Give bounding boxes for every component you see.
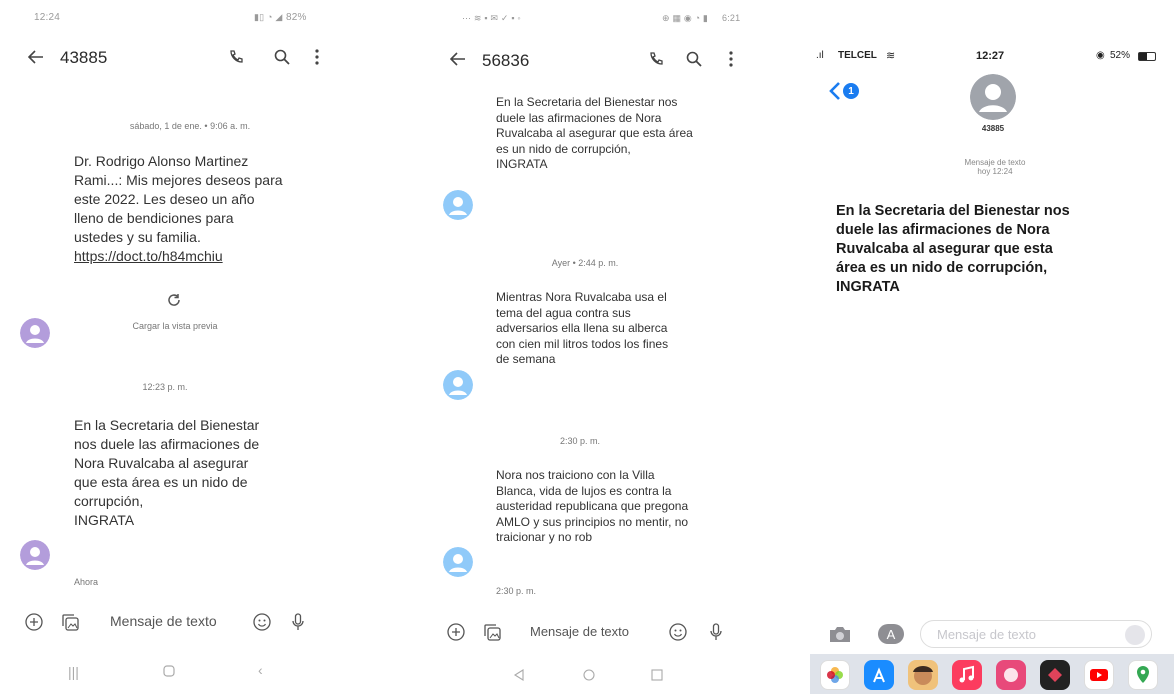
contact-name[interactable]: 43885: [968, 124, 1018, 133]
battery-icon: [1138, 52, 1156, 61]
conversation-time: hoy 12:24: [977, 167, 1013, 176]
signal-icon: .ıl: [816, 50, 824, 61]
maps-icon[interactable]: [1128, 660, 1158, 690]
message-text: En la Secretaria del Bienestar nos duele…: [74, 417, 260, 528]
message-timestamp: Ayer • 2:44 p. m.: [551, 258, 619, 268]
message-text: Nora nos traiciono con la Villa Blanca, …: [496, 468, 689, 544]
memoji-icon[interactable]: [908, 660, 938, 690]
nav-recents-icon[interactable]: |||: [68, 664, 79, 680]
message-timestamp: sábado, 1 de ene. • 9:06 a. m.: [129, 121, 251, 131]
carrier-name: TELCEL: [838, 50, 877, 61]
photos-icon[interactable]: [820, 660, 850, 690]
message-timestamp: 2:30 p. m.: [559, 436, 601, 446]
add-icon[interactable]: [24, 612, 44, 632]
message-status: 2:30 p. m.: [496, 586, 537, 596]
message-text: En la Secretaria del Bienestar nos duele…: [496, 95, 693, 171]
contact-avatar: [443, 370, 473, 400]
compose-placeholder: Mensaje de texto: [937, 627, 1037, 642]
youtube-icon[interactable]: [1084, 660, 1114, 690]
unread-badge: 1: [843, 83, 859, 99]
conversation-title: 56836: [482, 51, 530, 70]
pink-app-icon[interactable]: [996, 660, 1026, 690]
gallery-icon[interactable]: [60, 612, 80, 632]
message-timestamp: 12:23 p. m.: [142, 382, 188, 392]
audio-record-icon[interactable]: [1125, 625, 1145, 645]
camera-icon[interactable]: [826, 622, 854, 646]
emoji-icon[interactable]: [668, 622, 688, 642]
microphone-icon[interactable]: [708, 622, 724, 642]
more-options-icon[interactable]: [310, 47, 324, 67]
status-icons-right: ⊕ ▦ ◉ ◔ ▮: [662, 13, 709, 23]
search-icon[interactable]: [272, 47, 292, 67]
gallery-icon[interactable]: [482, 622, 502, 642]
nav-home-icon[interactable]: [582, 668, 596, 682]
status-battery: 82%: [286, 12, 307, 23]
search-icon[interactable]: [684, 49, 704, 69]
dark-app-icon[interactable]: [1040, 660, 1070, 690]
conversation-title: 43885: [60, 48, 108, 67]
contact-avatar: [20, 318, 50, 348]
contact-avatar: [20, 540, 50, 570]
phone-icon[interactable]: [226, 47, 246, 67]
back-arrow-icon[interactable]: [26, 47, 46, 67]
location-icon: ◉: [1096, 50, 1105, 61]
message-status: Ahora: [74, 577, 99, 587]
phone-icon[interactable]: [646, 49, 666, 69]
battery-percent: 52%: [1110, 50, 1131, 61]
contact-avatar: [443, 547, 473, 577]
compose-field[interactable]: Mensaje de texto: [920, 620, 1152, 648]
status-time: 6:21: [722, 13, 741, 23]
compose-input[interactable]: Mensaje de texto: [110, 613, 217, 629]
refresh-icon[interactable]: [165, 291, 183, 309]
nav-back-icon[interactable]: ‹: [258, 662, 263, 678]
screen-1-android-messages: 12:24 ▮▯ ◔ ◢ 82% 43885 sábado, 1 de ene.…: [0, 0, 390, 694]
back-arrow-icon[interactable]: [448, 49, 468, 69]
message-text: Dr. Rodrigo Alonso Martinez Rami...: Mis…: [74, 152, 284, 266]
add-icon[interactable]: [446, 622, 466, 642]
compose-input[interactable]: Mensaje de texto: [530, 624, 629, 639]
nav-back-icon[interactable]: [512, 668, 526, 682]
message-text: En la Secretaria del Bienestar nos duele…: [836, 203, 1070, 295]
wifi-icon: ≋: [886, 50, 896, 62]
more-options-icon[interactable]: [724, 49, 738, 69]
contact-avatar: [443, 190, 473, 220]
screen-3-ios-messages: .ıl TELCEL ≋ 12:27 ◉ 52% 1 43885 Mensaje…: [800, 0, 1174, 694]
message-body: Dr. Rodrigo Alonso Martinez Rami...: Mis…: [74, 153, 283, 245]
contact-avatar[interactable]: [970, 74, 1016, 120]
message-link[interactable]: https://doct.to/h84mchiu: [74, 247, 284, 266]
message-text: Mientras Nora Ruvalcaba usa el tema del …: [496, 290, 669, 366]
status-icons-left: ⋯ ≋ ▪ ✉ ✓ ▪ ◦: [462, 13, 521, 23]
screen-2-android-messages: ⋯ ≋ ▪ ✉ ✓ ▪ ◦ ⊕ ▦ ◉ ◔ ▮ 6:21 56836 En la…: [400, 0, 790, 694]
status-bar-time: 12:24: [34, 12, 61, 23]
nav-recents-icon[interactable]: [650, 668, 664, 682]
status-time: 12:27: [976, 50, 1005, 62]
nav-home-icon[interactable]: [162, 664, 176, 678]
svg-text:A: A: [887, 627, 896, 642]
back-button[interactable]: 1: [826, 79, 862, 103]
load-preview-label[interactable]: Cargar la vista previa: [100, 321, 250, 331]
music-icon[interactable]: [952, 660, 982, 690]
app-store-icon[interactable]: A: [876, 622, 906, 646]
app-store-dock-icon[interactable]: [864, 660, 894, 690]
microphone-icon[interactable]: [290, 612, 306, 632]
emoji-icon[interactable]: [252, 612, 272, 632]
conversation-type: Mensaje de texto: [964, 158, 1026, 167]
